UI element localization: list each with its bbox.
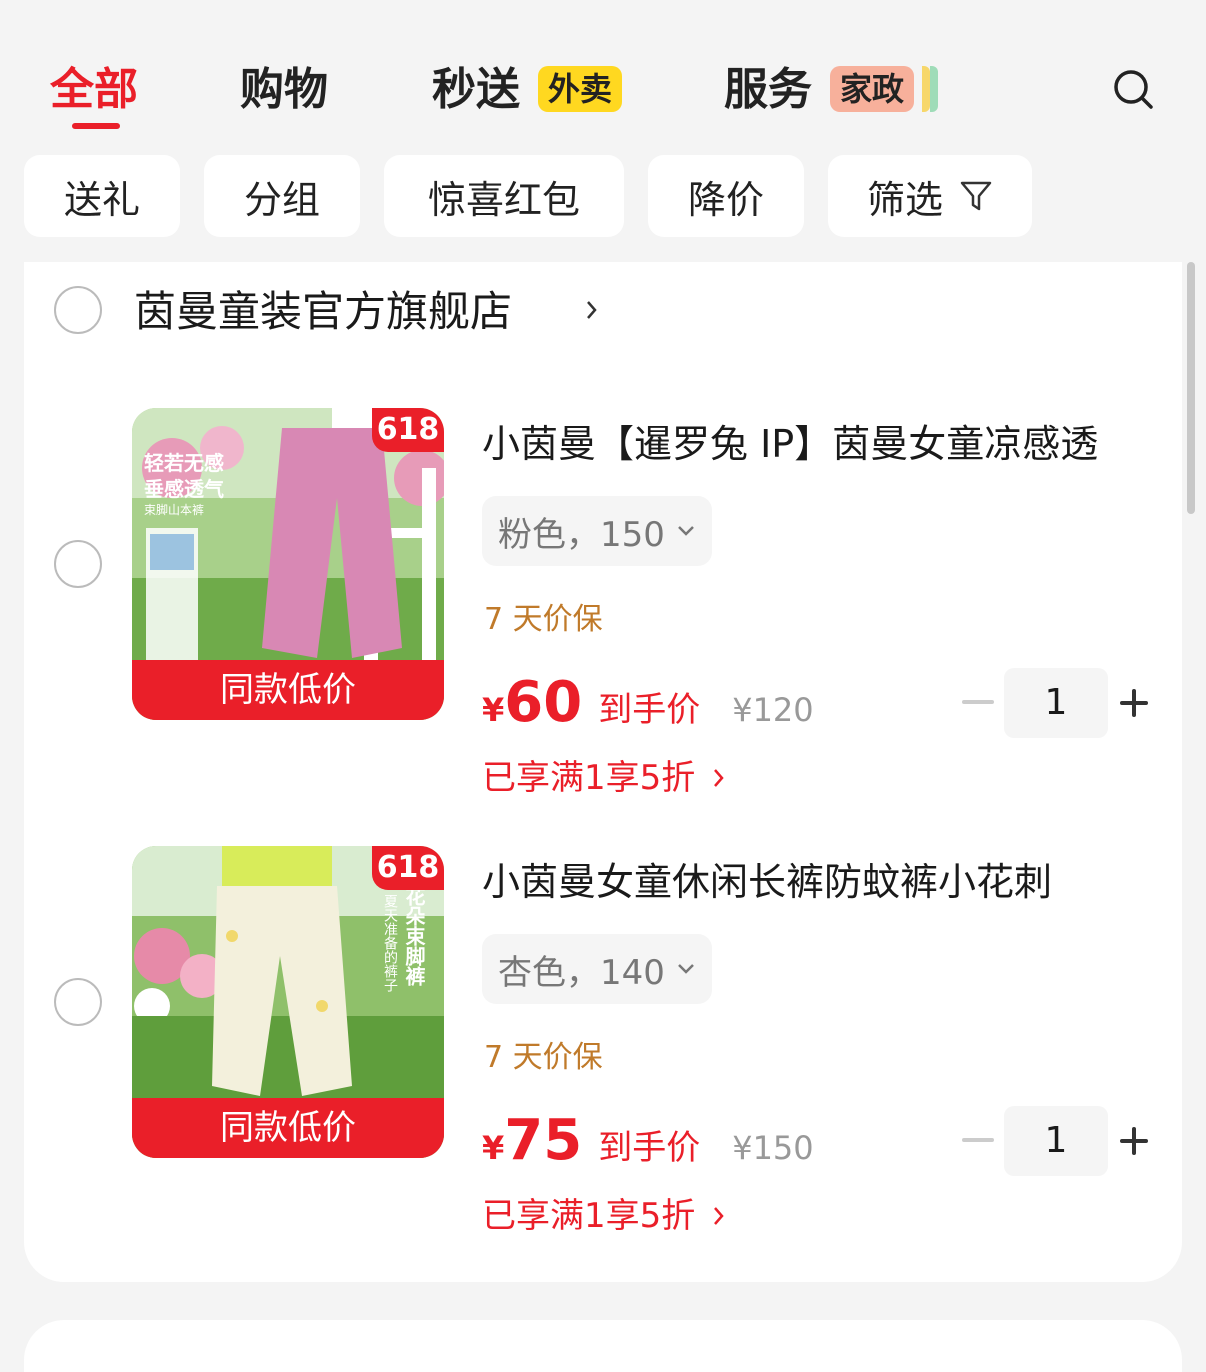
chevron-down-icon [678,526,694,536]
product-title[interactable]: 小茵曼女童休闲长裤防蚊裤小花刺 [482,858,1052,906]
sku-value: 杏色，140 [498,952,665,993]
item-select-radio[interactable] [54,978,102,1026]
funnel-icon [960,181,992,211]
final-price: 60 [504,670,583,735]
product-title[interactable]: 小茵曼【暹罗兔 IP】茵曼女童凉感透 [482,420,1098,468]
sku-value: 粉色，150 [498,514,665,555]
filter-screen-button[interactable]: 筛选 [828,155,1032,237]
sku-selector[interactable]: 杏色，140 [482,934,712,1004]
product-thumbnail[interactable]: 轻若无感 垂感透气 束脚山本裤 618 同款低价 [132,408,444,720]
thumb-caption-3: 束脚山本裤 [144,503,205,517]
price-row: ¥ 60 到手价 ¥120 [482,670,814,740]
quantity-decrease-button[interactable] [962,1138,994,1142]
quantity-increase-button[interactable] [1120,1127,1148,1155]
chevron-right-icon [714,769,724,787]
thumb-caption-2: 夏天准备的裤子 [382,894,398,992]
badge-stripe [922,66,930,112]
thumb-caption-2: 垂感透气 [144,477,224,501]
promo-618-badge: 618 [372,408,444,452]
chevron-right-icon [587,301,597,319]
final-price: 75 [504,1108,583,1173]
item-select-radio[interactable] [54,540,102,588]
tab-all[interactable]: 全部 [50,60,138,120]
filter-gift[interactable]: 送礼 [24,155,180,237]
discount-promo-link[interactable]: 已享满1享5折 [482,1194,725,1238]
price-protection-label: 7 天价保 [484,602,603,637]
price-row: ¥ 75 到手价 ¥150 [482,1108,814,1178]
next-store-card [24,1320,1182,1372]
discount-promo-text: 已享满1享5折 [482,758,696,798]
badge-stripe [930,66,938,112]
discount-promo-link[interactable]: 已享满1享5折 [482,756,725,800]
scrollbar[interactable] [1187,262,1195,514]
sku-selector[interactable]: 粉色，150 [482,496,712,566]
tab-instant-delivery[interactable]: 秒送 [432,60,520,120]
product-thumbnail[interactable]: 花朵束脚裤 夏天准备的裤子 618 同款低价 [132,846,444,1158]
final-price-label: 到手价 [598,690,701,730]
thumb-caption-1: 花朵束脚裤 [402,886,426,986]
original-price: ¥150 [732,1129,814,1167]
housekeeping-badge: 家政 [830,66,915,112]
active-tab-indicator [72,123,120,129]
filter-price-drop[interactable]: 降价 [648,155,804,237]
discount-promo-text: 已享满1享5折 [482,1196,696,1236]
chevron-right-icon [714,1207,724,1225]
store-name[interactable]: 茵曼童装官方旗舰店 [134,286,512,338]
currency-symbol: ¥ [482,691,505,729]
promo-618-badge: 618 [372,846,444,890]
top-tab-bar: 全部 购物 秒送 外卖 服务 家政 [0,0,1206,140]
same-style-low-price-banner: 同款低价 [132,660,444,720]
quantity-increase-button[interactable] [1120,689,1148,717]
chevron-down-icon [678,964,694,974]
quantity-value[interactable]: 1 [1004,1106,1108,1176]
quantity-value[interactable]: 1 [1004,668,1108,738]
original-price: ¥120 [732,691,814,729]
quantity-decrease-button[interactable] [962,700,994,704]
price-protection-label: 7 天价保 [484,1040,603,1075]
tab-services[interactable]: 服务 [724,60,812,120]
search-icon [1114,70,1153,109]
filter-group[interactable]: 分组 [204,155,360,237]
search-button[interactable] [1110,66,1158,114]
filter-surprise-red-packet[interactable]: 惊喜红包 [384,155,624,237]
same-style-low-price-banner: 同款低价 [132,1098,444,1158]
thumb-caption-1: 轻若无感 [144,451,224,475]
tab-shopping[interactable]: 购物 [240,60,328,120]
filter-screen-label: 筛选 [866,177,943,222]
takeout-badge: 外卖 [538,66,623,112]
store-select-radio[interactable] [54,286,102,334]
currency-symbol: ¥ [482,1129,505,1167]
final-price-label: 到手价 [598,1128,701,1168]
